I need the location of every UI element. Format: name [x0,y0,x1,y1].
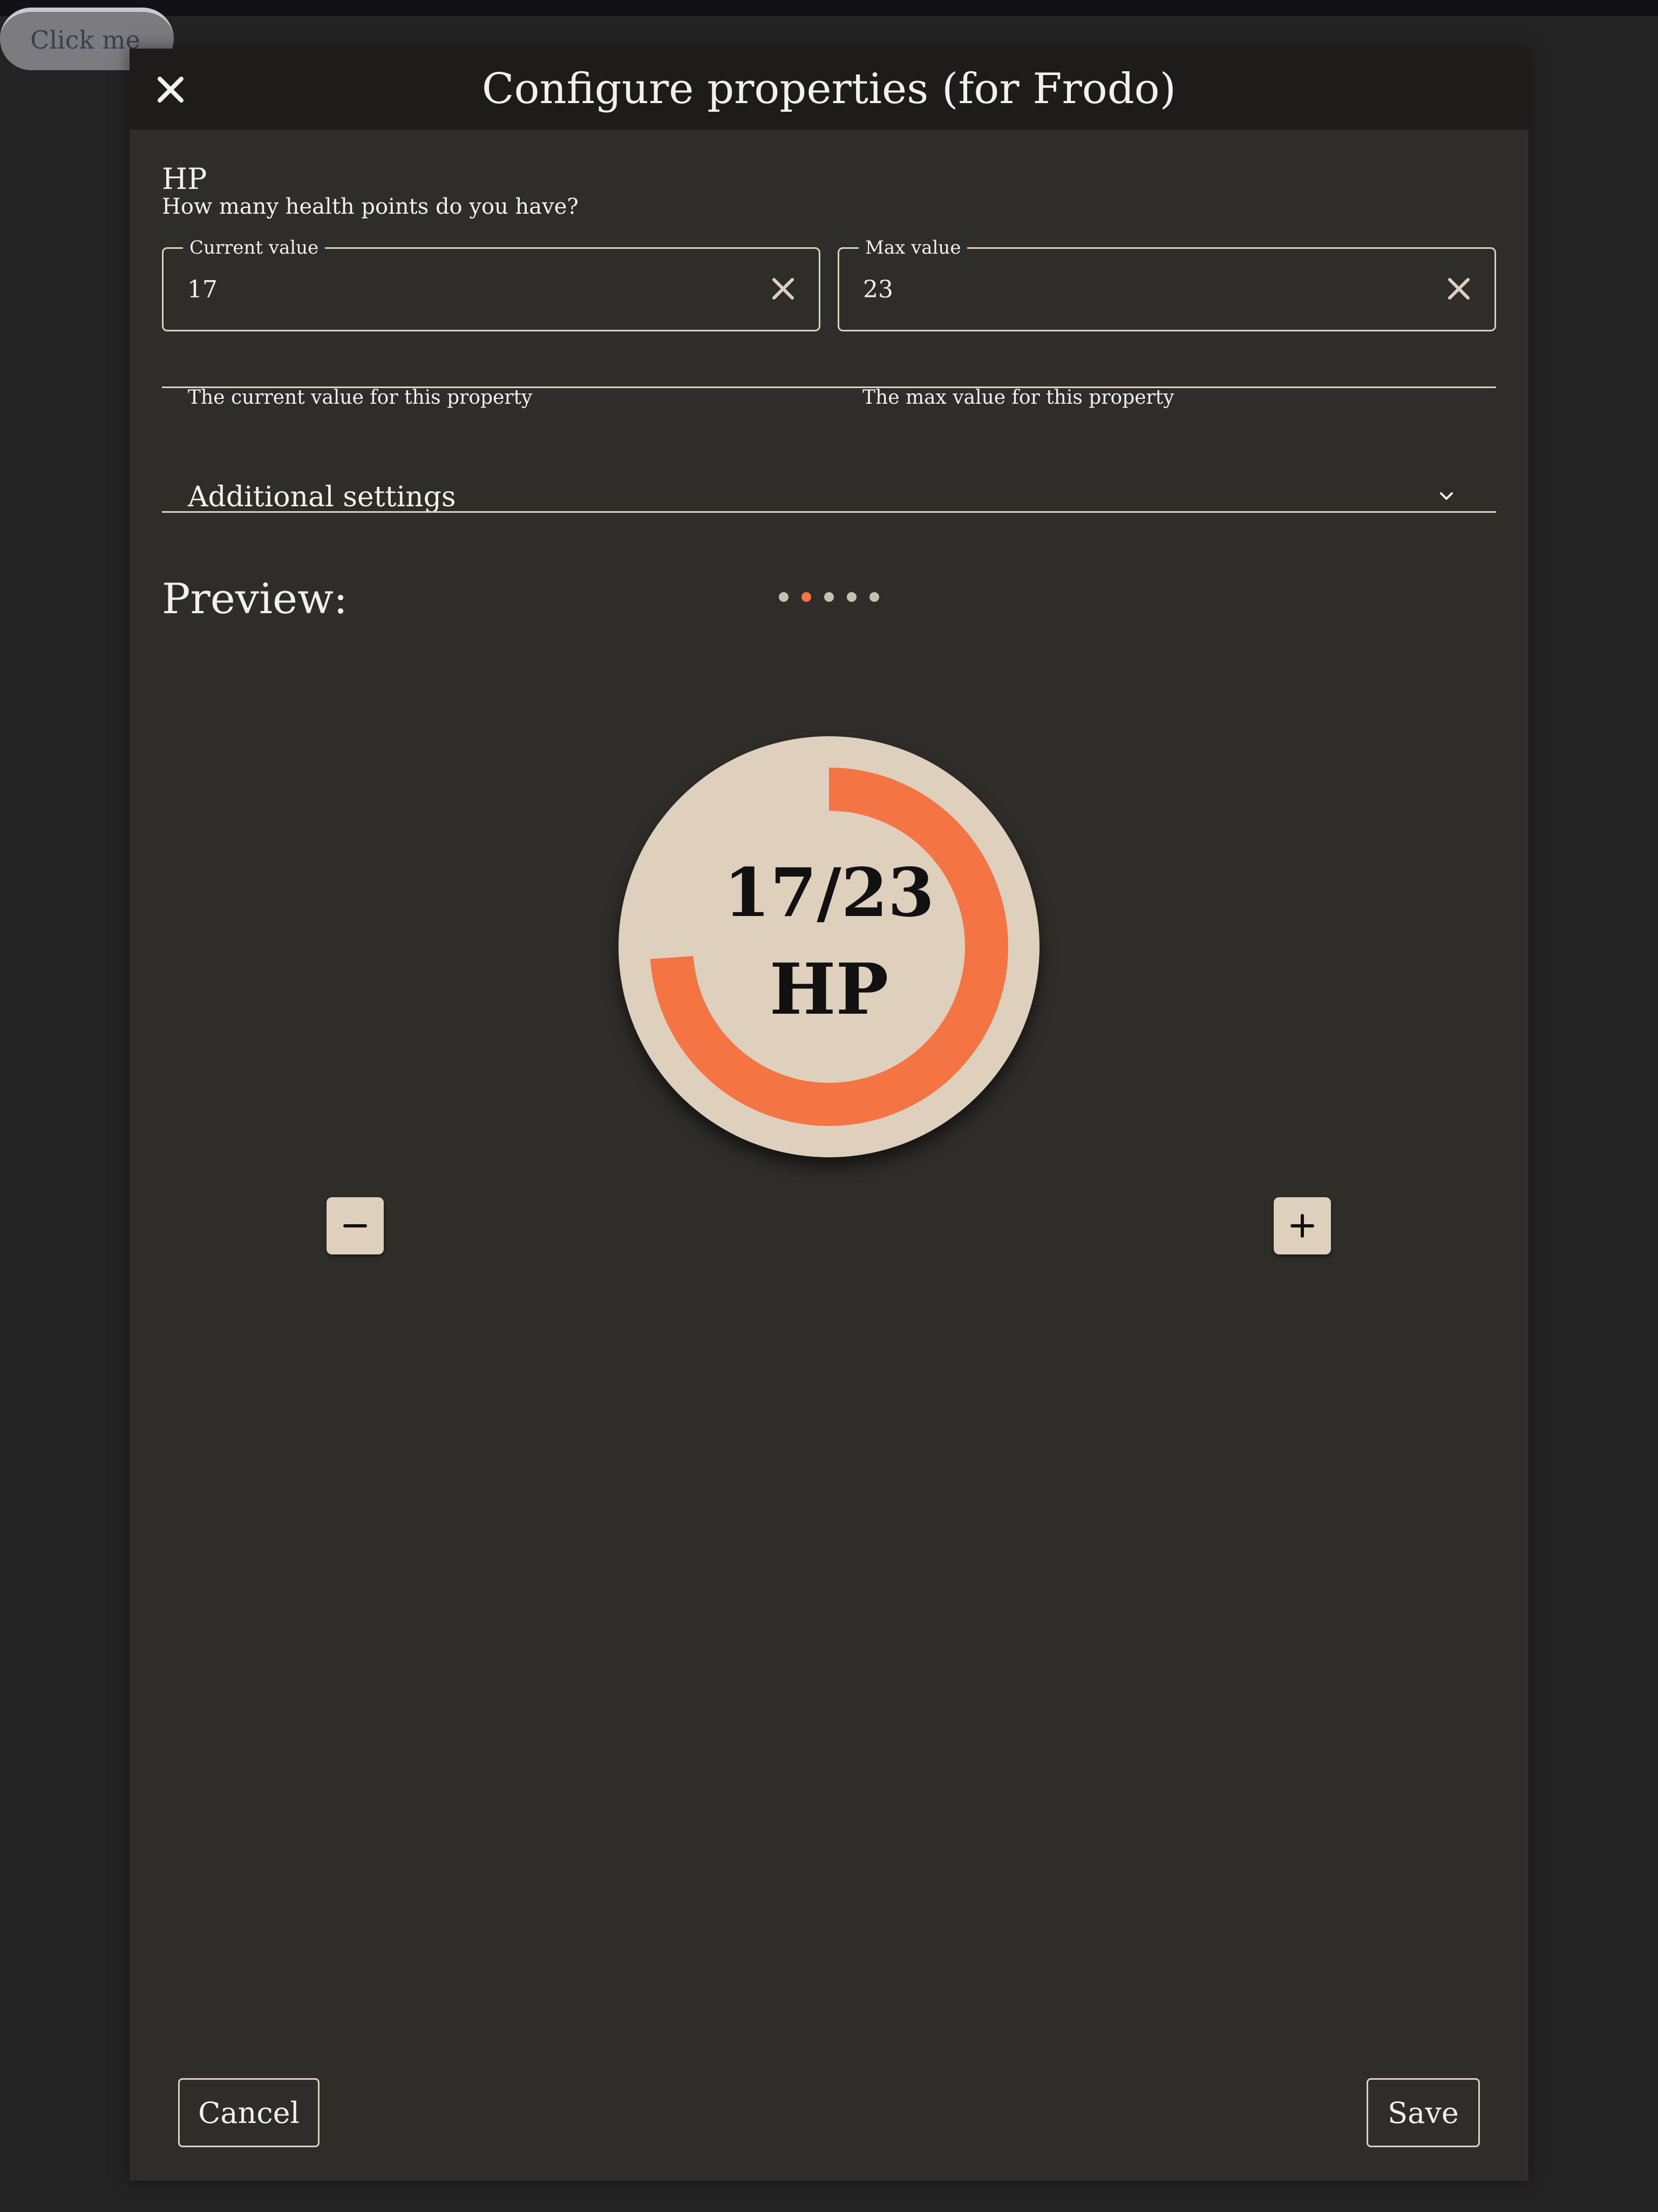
clear-icon [1448,278,1470,300]
click-me-label: Click me [30,25,140,55]
carousel-dot[interactable] [779,592,789,602]
clear-current-value-button[interactable] [767,273,799,305]
carousel-dots [130,592,1528,608]
property-name: HP [162,162,207,196]
max-value-legend: Max value [859,237,968,259]
additional-settings-label: Additional settings [188,481,456,513]
current-value-input[interactable] [187,274,673,306]
close-button[interactable] [151,70,190,109]
hp-progress-arc [650,768,1008,1126]
save-button[interactable]: Save [1367,2078,1480,2147]
max-value-input[interactable] [863,274,1349,306]
carousel-dot[interactable] [847,592,857,602]
hp-gauge: 17/23 HP [619,736,1039,1157]
clear-icon [772,278,794,300]
current-value-field: Current value [162,237,820,331]
plus-icon [1290,1214,1314,1238]
configure-properties-dialog: Configure properties (for Frodo) HP How … [130,49,1528,2181]
current-value-legend: Current value [183,237,325,259]
increment-button[interactable] [1274,1197,1331,1254]
divider-bottom [162,511,1496,513]
carousel-dot[interactable] [869,592,879,602]
top-bar [0,0,1658,16]
divider-top [162,386,1496,388]
chevron-down-icon [1440,492,1453,500]
clear-max-value-button[interactable] [1443,273,1475,305]
property-description: How many health points do you have? [162,194,579,219]
minus-icon [343,1224,367,1227]
additional-settings-accordion[interactable]: Additional settings [162,437,1496,559]
carousel-dot-active[interactable] [801,592,811,602]
cancel-button[interactable]: Cancel [178,2078,320,2147]
hp-gauge-ring [650,768,1008,1126]
hp-gauge-value: 17/23 [723,854,935,932]
hp-gauge-unit: HP [769,948,889,1030]
decrement-button[interactable] [327,1197,384,1254]
carousel-dot[interactable] [824,592,834,602]
dialog-title: Configure properties (for Frodo) [481,65,1177,113]
max-value-helper: The max value for this property [862,386,1174,409]
max-value-field: Max value [838,237,1496,331]
current-value-helper: The current value for this property [188,386,533,409]
close-icon [158,77,184,103]
